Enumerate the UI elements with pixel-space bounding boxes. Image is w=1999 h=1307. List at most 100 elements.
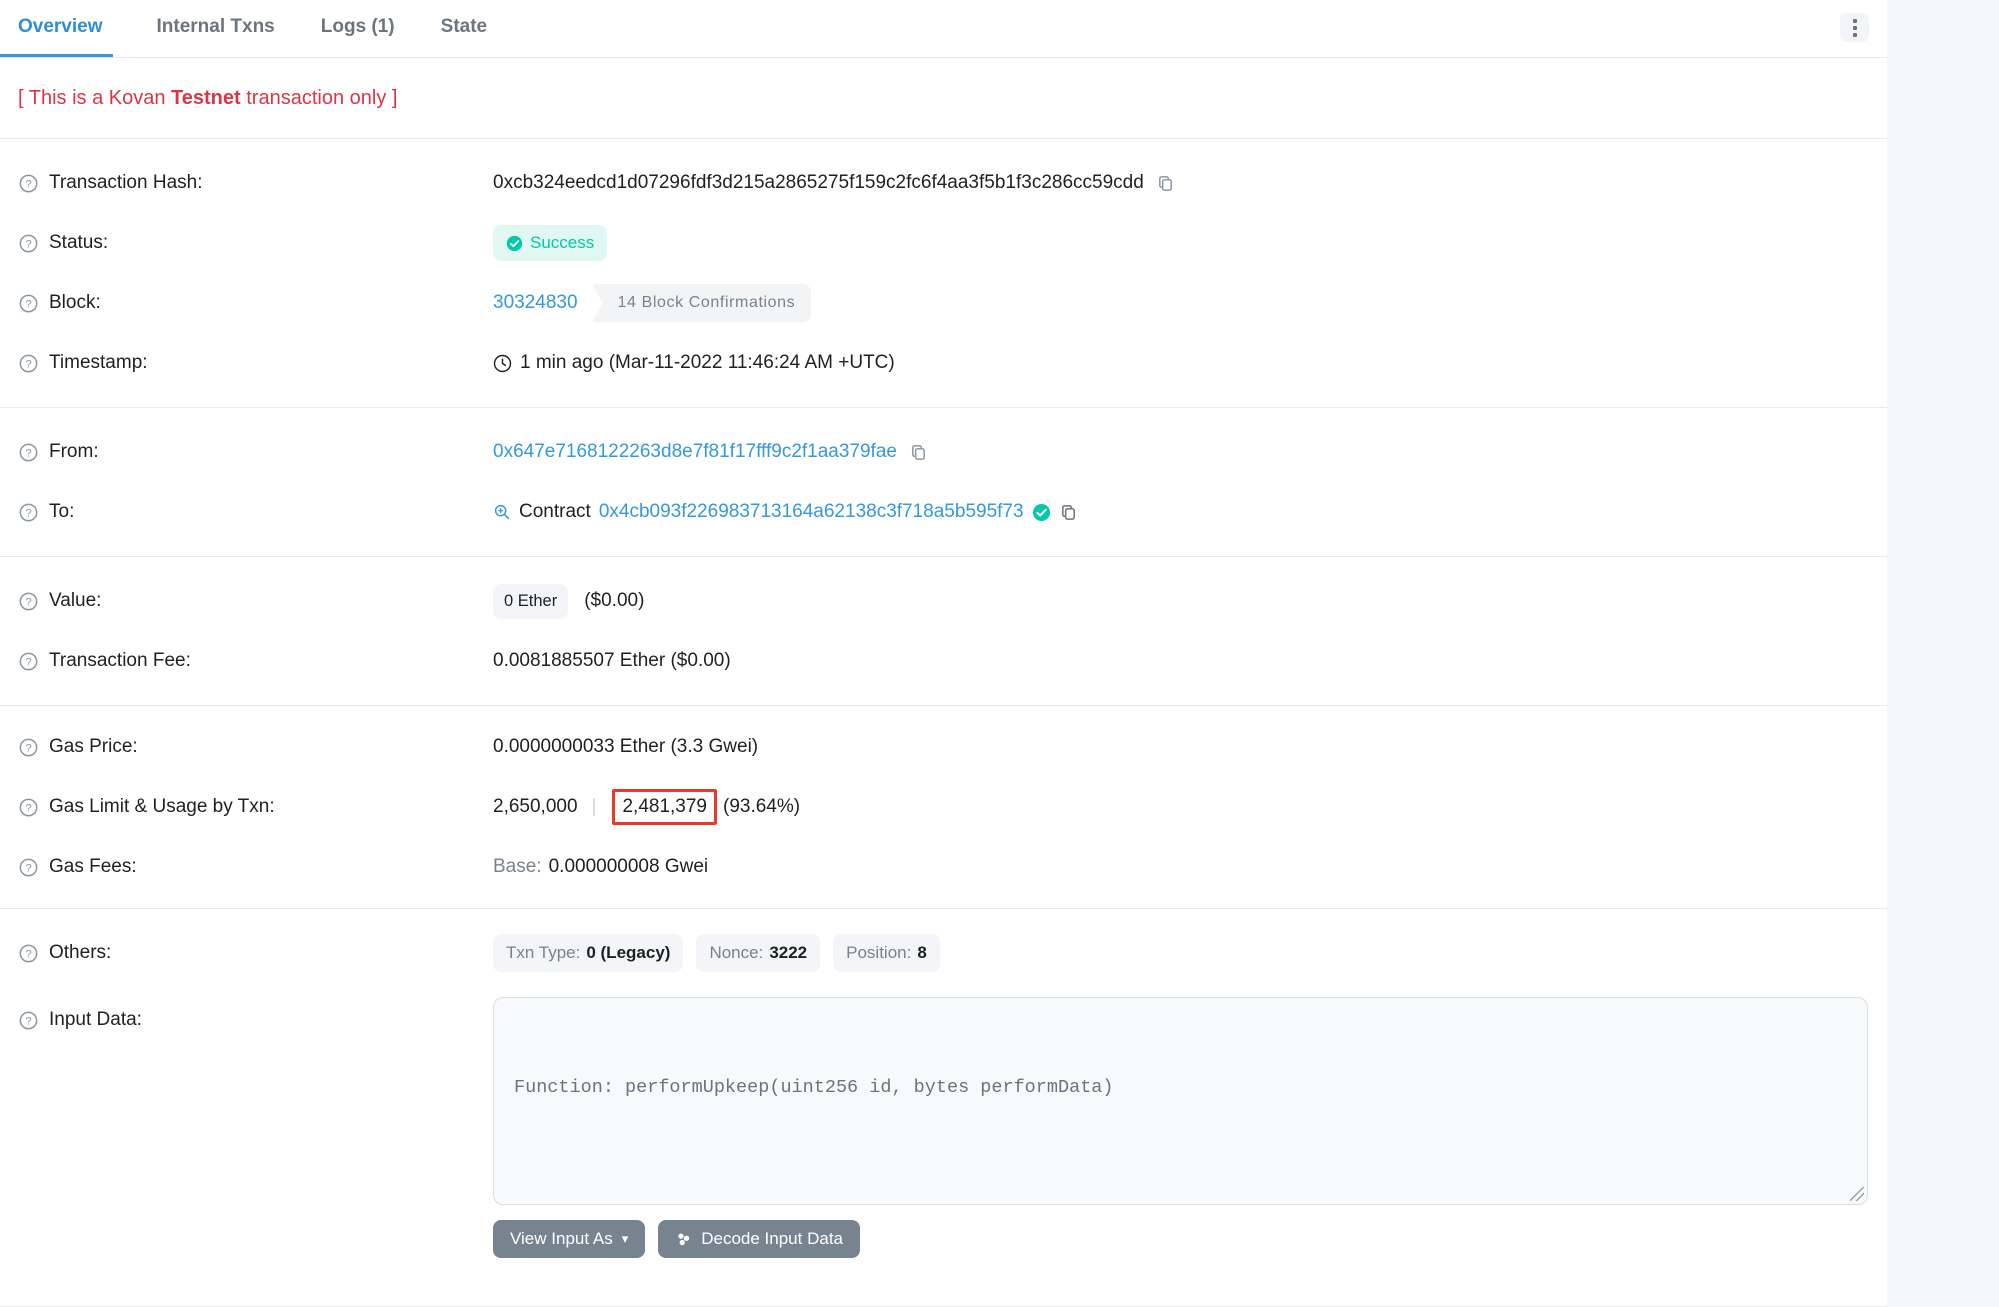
value-label: ? Value: <box>19 590 493 612</box>
row-value: ? Value: 0 Ether ($0.00) <box>19 571 1868 631</box>
check-circle-icon <box>506 235 523 252</box>
textarea-resize-grip[interactable] <box>1850 1187 1864 1201</box>
decode-icon <box>675 1231 692 1248</box>
svg-text:?: ? <box>25 1015 31 1027</box>
svg-text:?: ? <box>25 298 31 310</box>
row-label-text: Gas Price: <box>49 736 138 758</box>
tab-bar: Overview Internal Txns Logs (1) State <box>0 0 1887 58</box>
row-transaction-hash: ? Transaction Hash: 0xcb324eedcd1d07296f… <box>19 153 1868 213</box>
row-label-text: Gas Fees: <box>49 856 137 878</box>
help-icon[interactable]: ? <box>19 174 38 193</box>
testnet-notice-prefix: [ This is a Kovan <box>18 87 171 109</box>
help-icon[interactable]: ? <box>19 798 38 817</box>
transaction-fee-label: ? Transaction Fee: <box>19 650 493 672</box>
gas-limit-label: ? Gas Limit & Usage by Txn: <box>19 796 493 818</box>
block-number-link[interactable]: 30324830 <box>493 292 578 314</box>
help-icon[interactable]: ? <box>19 652 38 671</box>
svg-text:?: ? <box>25 596 31 608</box>
svg-text:?: ? <box>25 862 31 874</box>
position-badge: Position: 8 <box>833 934 940 972</box>
block-confirmations-badge: 14 Block Confirmations <box>592 284 812 322</box>
tab-internal-txns[interactable]: Internal Txns <box>155 0 277 57</box>
help-icon[interactable]: ? <box>19 944 38 963</box>
from-address-link[interactable]: 0x647e7168122263d8e7f81f17fff9c2f1aa379f… <box>493 441 897 463</box>
row-label-text: Transaction Hash: <box>49 172 202 194</box>
base-fee-key: Base: <box>493 856 542 878</box>
gas-price-value: 0.0000000033 Ether (3.3 Gwei) <box>493 736 758 758</box>
usd-value-text: ($0.00) <box>584 590 644 612</box>
row-gas-price: ? Gas Price: 0.0000000033 Ether (3.3 Gwe… <box>19 717 1868 777</box>
row-from: ? From: 0x647e7168122263d8e7f81f17fff9c2… <box>19 422 1868 482</box>
view-input-as-label: View Input As <box>510 1229 613 1249</box>
copy-icon[interactable] <box>909 443 928 462</box>
testnet-notice: [ This is a Kovan Testnet transaction on… <box>0 58 1887 139</box>
to-label: ? To: <box>19 501 493 523</box>
decode-input-data-label: Decode Input Data <box>701 1229 843 1249</box>
help-icon[interactable]: ? <box>19 738 38 757</box>
gas-used-percent: (93.64%) <box>723 796 800 818</box>
input-data-buttons: View Input As ▾ Decode Input Data <box>493 1220 1868 1258</box>
help-icon[interactable]: ? <box>19 294 38 313</box>
kebab-dot <box>1853 33 1857 37</box>
row-gas-fees: ? Gas Fees: Base: 0.000000008 Gwei <box>19 837 1868 897</box>
section-others-input: ? Others: Txn Type: 0 (Legacy) Nonce: 32… <box>0 909 1887 1307</box>
row-status: ? Status: Success <box>19 213 1868 273</box>
verified-check-icon <box>1032 503 1051 522</box>
tab-logs[interactable]: Logs (1) <box>319 0 397 57</box>
tab-overview[interactable]: Overview <box>0 0 113 57</box>
tab-state[interactable]: State <box>439 0 489 57</box>
txn-type-value: 0 (Legacy) <box>586 943 670 963</box>
transaction-card: Overview Internal Txns Logs (1) State [ … <box>0 0 1887 1307</box>
gas-limit-value: 2,650,000 <box>493 796 578 818</box>
help-icon[interactable]: ? <box>19 443 38 462</box>
help-icon[interactable]: ? <box>19 592 38 611</box>
zoom-search-icon[interactable] <box>493 503 511 521</box>
help-icon[interactable]: ? <box>19 503 38 522</box>
section-gas: ? Gas Price: 0.0000000033 Ether (3.3 Gwe… <box>0 706 1887 909</box>
row-to: ? To: Contract 0x4cb093f226983713164a621… <box>19 482 1868 542</box>
copy-icon[interactable] <box>1156 174 1175 193</box>
decode-input-data-button[interactable]: Decode Input Data <box>658 1220 860 1258</box>
row-label-text: Timestamp: <box>49 352 148 374</box>
section-value: ? Value: 0 Ether ($0.00) ? Transaction F… <box>0 557 1887 706</box>
svg-text:?: ? <box>25 656 31 668</box>
row-others: ? Others: Txn Type: 0 (Legacy) Nonce: 32… <box>19 923 1868 983</box>
kebab-dot <box>1853 26 1857 30</box>
transaction-fee-value: 0.0081885507 Ether ($0.00) <box>493 650 731 672</box>
chevron-down-icon: ▾ <box>622 1231 629 1247</box>
status-badge-text: Success <box>530 233 594 253</box>
row-label-text: Status: <box>49 232 108 254</box>
testnet-notice-suffix: transaction only ] <box>241 87 398 109</box>
others-label: ? Others: <box>19 942 493 964</box>
position-key: Position: <box>846 943 911 963</box>
row-label-text: Block: <box>49 292 101 314</box>
help-icon[interactable]: ? <box>19 354 38 373</box>
copy-icon[interactable] <box>1059 503 1078 522</box>
help-icon[interactable]: ? <box>19 858 38 877</box>
status-label: ? Status: <box>19 232 493 254</box>
row-label-text: To: <box>49 501 74 523</box>
nonce-badge: Nonce: 3222 <box>696 934 820 972</box>
nonce-key: Nonce: <box>709 943 763 963</box>
svg-text:?: ? <box>25 507 31 519</box>
gas-fees-label: ? Gas Fees: <box>19 856 493 878</box>
gas-used-highlight-box: 2,481,379 <box>612 789 717 825</box>
row-label-text: From: <box>49 441 99 463</box>
input-data-line: Function: performUpkeep(uint256 id, byte… <box>514 1073 1847 1102</box>
view-input-as-button[interactable]: View Input As ▾ <box>493 1220 645 1258</box>
row-label-text: Value: <box>49 590 101 612</box>
svg-text:?: ? <box>25 358 31 370</box>
txn-type-key: Txn Type: <box>506 943 580 963</box>
input-data-wrap: Function: performUpkeep(uint256 id, byte… <box>493 983 1868 1258</box>
transaction-hash-label: ? Transaction Hash: <box>19 172 493 194</box>
timestamp-value: 1 min ago (Mar-11-2022 11:46:24 AM +UTC) <box>520 352 895 374</box>
kebab-menu-button[interactable] <box>1840 13 1869 42</box>
row-label-text: Gas Limit & Usage by Txn: <box>49 796 275 818</box>
help-icon[interactable]: ? <box>19 234 38 253</box>
to-address-link[interactable]: 0x4cb093f226983713164a62138c3f718a5b595f… <box>599 501 1024 523</box>
transaction-detail-page: Overview Internal Txns Logs (1) State [ … <box>0 0 1999 1307</box>
input-data-textarea[interactable]: Function: performUpkeep(uint256 id, byte… <box>493 997 1868 1205</box>
txn-type-badge: Txn Type: 0 (Legacy) <box>493 934 683 972</box>
help-icon[interactable]: ? <box>19 1011 38 1030</box>
svg-text:?: ? <box>25 802 31 814</box>
